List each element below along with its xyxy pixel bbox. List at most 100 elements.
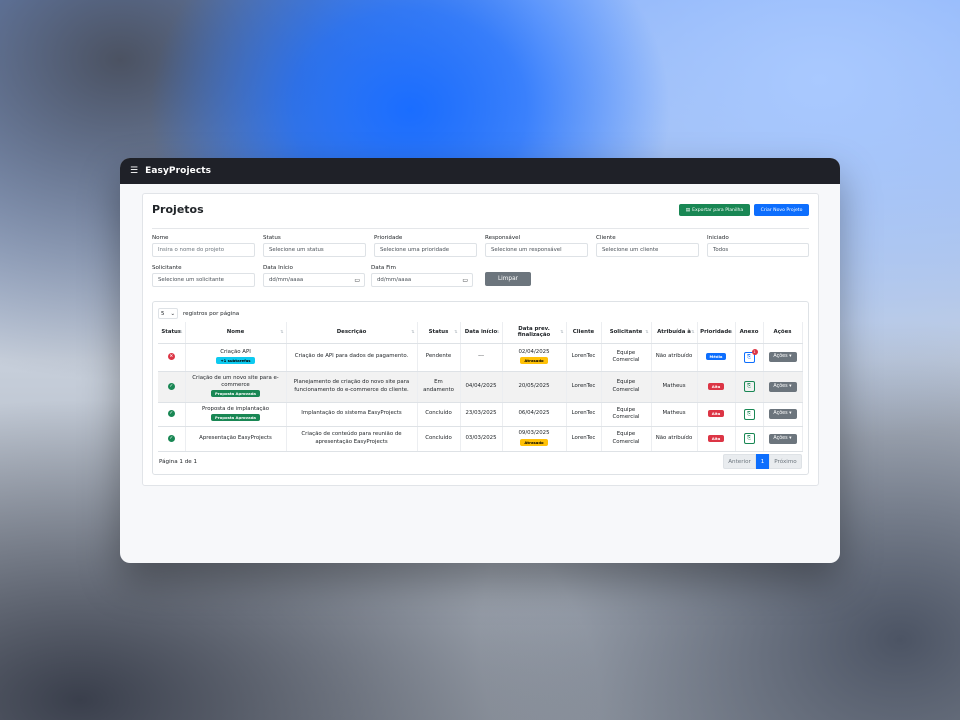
divider <box>152 228 809 229</box>
per-page-value: 5 <box>161 310 165 317</box>
project-name[interactable]: Proposta de implantação <box>188 406 284 413</box>
row-priority-cell: Média <box>697 343 736 372</box>
pagination: Anterior 1 Próximo <box>723 454 802 469</box>
row-client: LorenTec <box>566 402 602 427</box>
row-start-date: --- <box>460 343 503 372</box>
sort-icon: ⇅ <box>645 329 649 334</box>
col-header[interactable]: Descrição ⇅ <box>286 322 418 344</box>
late-badge: Atrasado <box>520 438 548 446</box>
table-row: ✓ Apresentação EasyProjects Criação de con… <box>158 426 803 452</box>
project-name[interactable]: Apresentação EasyProjects <box>188 435 284 442</box>
attachment-count-badge: 1 <box>751 348 758 355</box>
per-page-control: 5 ⌄ registros por página <box>158 308 239 319</box>
hamburger-menu-icon[interactable]: ☰ <box>130 166 138 176</box>
col-header[interactable]: Cliente <box>566 322 602 344</box>
row-client: LorenTec <box>566 371 602 403</box>
attachment-icon[interactable]: ⎘ 1 <box>743 348 758 363</box>
filter-responsible-label: Responsável <box>485 235 521 241</box>
row-assigned: Não atribuído <box>651 343 698 372</box>
projects-card: Projetos ▤ Exportar para Planilha Criar … <box>142 193 819 486</box>
sort-icon: ⇅ <box>496 329 500 334</box>
col-header[interactable]: Nome ⇅ <box>185 322 287 344</box>
filter-start-date-label: Data Início <box>263 265 293 271</box>
actions-dropdown-button[interactable]: Ações ▾ <box>768 381 797 392</box>
per-page-label: registros por página <box>183 310 240 317</box>
calendar-icon[interactable]: ▭ <box>462 277 468 284</box>
row-attachment-cell: ⎘ <box>735 402 764 427</box>
col-header[interactable]: Solicitante ⇅ <box>601 322 652 344</box>
row-assigned: Matheus <box>651 371 698 403</box>
calendar-icon[interactable]: ▭ <box>354 277 360 284</box>
status-select[interactable]: Selecione um status <box>263 243 366 257</box>
filter-start-date: Data Início dd/mm/aaaa ▭ <box>263 265 365 287</box>
sort-icon: ⇅ <box>729 329 733 334</box>
attachment-icon[interactable]: ⎘ <box>743 381 755 392</box>
attachment-icon[interactable]: ⎘ <box>743 433 755 444</box>
priority-badge: Média <box>705 353 727 361</box>
responsible-select[interactable]: Selecione um responsável <box>485 243 588 257</box>
row-attachment-cell: ⎘ 1 <box>735 343 764 372</box>
row-requester: Equipe Comercial <box>601 371 652 403</box>
filter-responsible: Responsável Selecione um responsável <box>485 235 588 257</box>
col-header[interactable]: Prioridade ⇅ <box>697 322 736 344</box>
priority-select[interactable]: Selecione uma prioridade <box>374 243 477 257</box>
row-assigned: Não atribuído <box>651 426 698 452</box>
col-header: Ações <box>763 322 803 344</box>
prev-page-button[interactable]: Anterior <box>723 454 756 469</box>
row-name-cell: Criação de um novo site para e-commerce P… <box>185 371 287 403</box>
row-end-date: 06/04/2025 <box>518 410 550 417</box>
table-body: × Criação API +1 subtarefas Criação de API … <box>158 343 803 452</box>
started-select[interactable]: Todos <box>707 243 809 257</box>
row-actions-cell: Ações ▾ <box>763 371 803 403</box>
success-status-icon: ✓ <box>167 382 175 390</box>
export-spreadsheet-button[interactable]: ▤ Exportar para Planilha <box>679 204 750 216</box>
filter-end-date: Data Fim dd/mm/aaaa ▭ <box>371 265 473 287</box>
current-page-button[interactable]: 1 <box>756 454 769 469</box>
brand-title: EasyProjects <box>145 166 212 176</box>
row-requester: Equipe Comercial <box>601 343 652 372</box>
filter-requester: Solicitante Selecione um solicitante <box>152 265 255 287</box>
row-end-date: 20/05/2025 <box>518 382 550 389</box>
late-badge: Atrasado <box>520 357 548 365</box>
app-window: ☰ EasyProjects Projetos ▤ Exportar para … <box>120 158 840 563</box>
col-header[interactable]: Anexo <box>735 322 764 344</box>
row-attachment-cell: ⎘ <box>735 371 764 403</box>
row-start-date: 23/03/2025 <box>460 402 503 427</box>
col-header[interactable]: Data início ⇅ <box>460 322 503 344</box>
project-name[interactable]: Criação API <box>188 349 284 356</box>
actions-dropdown-button[interactable]: Ações ▾ <box>768 409 797 419</box>
row-end-date-cell: 02/04/2025 Atrasado <box>502 343 567 372</box>
client-select[interactable]: Selecione um cliente <box>596 243 699 257</box>
per-page-select[interactable]: 5 ⌄ <box>158 308 178 319</box>
col-header[interactable]: Status ⇅ <box>417 322 461 344</box>
row-actions-cell: Ações ▾ <box>763 426 803 452</box>
actions-dropdown-button[interactable]: Ações ▾ <box>768 352 797 362</box>
row-description: Planejamento de criação do novo site par… <box>286 371 418 403</box>
col-header[interactable]: Status ⇅ <box>158 322 186 344</box>
col-header[interactable]: Atribuída à ⇅ <box>651 322 698 344</box>
filter-end-date-label: Data Fim <box>371 265 396 271</box>
filter-status-label: Status <box>263 235 281 241</box>
row-name-cell: Proposta de implantação Proposta Aprovada <box>185 402 287 427</box>
filter-name: Nome Insira o nome do projeto <box>152 235 255 257</box>
requester-select[interactable]: Selecione um solicitante <box>152 273 255 287</box>
name-input[interactable]: Insira o nome do projeto <box>152 243 255 257</box>
row-status-cell: ✓ <box>158 371 186 403</box>
filter-requester-label: Solicitante <box>152 265 182 271</box>
project-name[interactable]: Criação de um novo site para e-commerce <box>188 375 284 390</box>
sort-icon: ⇅ <box>280 329 284 334</box>
next-page-button[interactable]: Próximo <box>769 454 802 469</box>
attachment-icon[interactable]: ⎘ <box>743 408 755 420</box>
clear-filters-button[interactable]: Limpar <box>485 272 531 286</box>
row-status-cell: × <box>158 343 186 372</box>
end-date-input[interactable]: dd/mm/aaaa ▭ <box>371 273 473 287</box>
start-date-input[interactable]: dd/mm/aaaa ▭ <box>263 273 365 287</box>
col-header[interactable]: Data prev. finalização ⇅ <box>502 322 567 344</box>
create-project-button[interactable]: Criar Novo Projeto <box>754 204 809 216</box>
actions-dropdown-button[interactable]: Ações ▾ <box>768 433 797 444</box>
spreadsheet-icon: ▤ <box>685 207 691 213</box>
projects-table: Status ⇅ Nome ⇅ Descrição ⇅ Status ⇅ Data in… <box>158 322 803 452</box>
sort-icon: ⇅ <box>560 329 564 334</box>
name-badge: Proposta Aprovada <box>210 414 260 422</box>
filter-priority: Prioridade Selecione uma prioridade <box>374 235 477 257</box>
